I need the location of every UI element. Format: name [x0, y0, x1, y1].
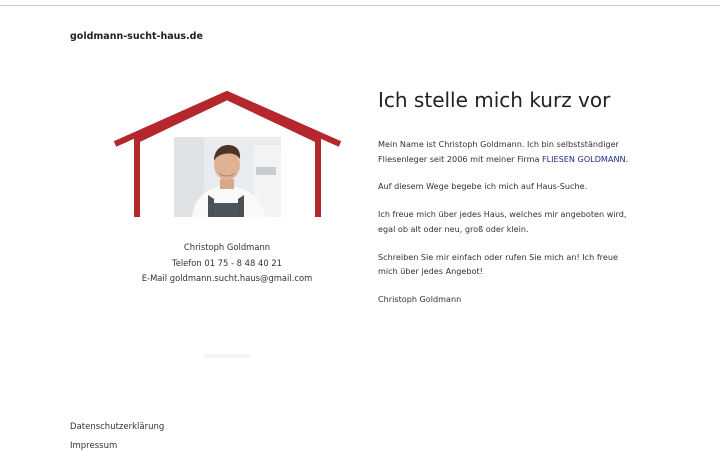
- intro-section: Ich stelle mich kurz vor Mein Name ist C…: [378, 86, 638, 320]
- signature: Christoph Goldmann: [378, 293, 462, 304]
- contact-info: Christoph Goldmann Telefon 01 75 - 8 48 …: [127, 240, 327, 287]
- contact-email: E-Mail goldmann.sucht.haus@gmail.com: [141, 273, 313, 283]
- contact-phone: Telefon 01 75 - 8 48 40 21: [172, 257, 282, 268]
- offer-paragraph: Ich freue mich über jedes Haus, welches …: [378, 209, 627, 234]
- contact-paragraph: Schreiben Sie mir einfach oder rufen Sie…: [378, 251, 618, 277]
- house-illustration: [110, 88, 345, 223]
- privacy-link[interactable]: Datenschutzerklärung: [70, 422, 164, 432]
- company-link[interactable]: FLIESEN GOLDMANN: [542, 154, 626, 164]
- search-paragraph: Auf diesem Wege begebe ich mich auf Haus…: [378, 181, 588, 192]
- portrait-photo: [174, 137, 281, 217]
- faint-divider: [204, 354, 250, 358]
- intro-paragraph: Mein Name ist Christoph Goldmann. Ich bi…: [378, 137, 638, 166]
- top-divider: [0, 5, 720, 6]
- intro-end: .: [625, 153, 629, 164]
- page-title: Ich stelle mich kurz vor: [378, 88, 611, 112]
- site-title-link[interactable]: goldmann-sucht-haus.de: [70, 31, 203, 42]
- contact-name: Christoph Goldmann: [183, 242, 271, 252]
